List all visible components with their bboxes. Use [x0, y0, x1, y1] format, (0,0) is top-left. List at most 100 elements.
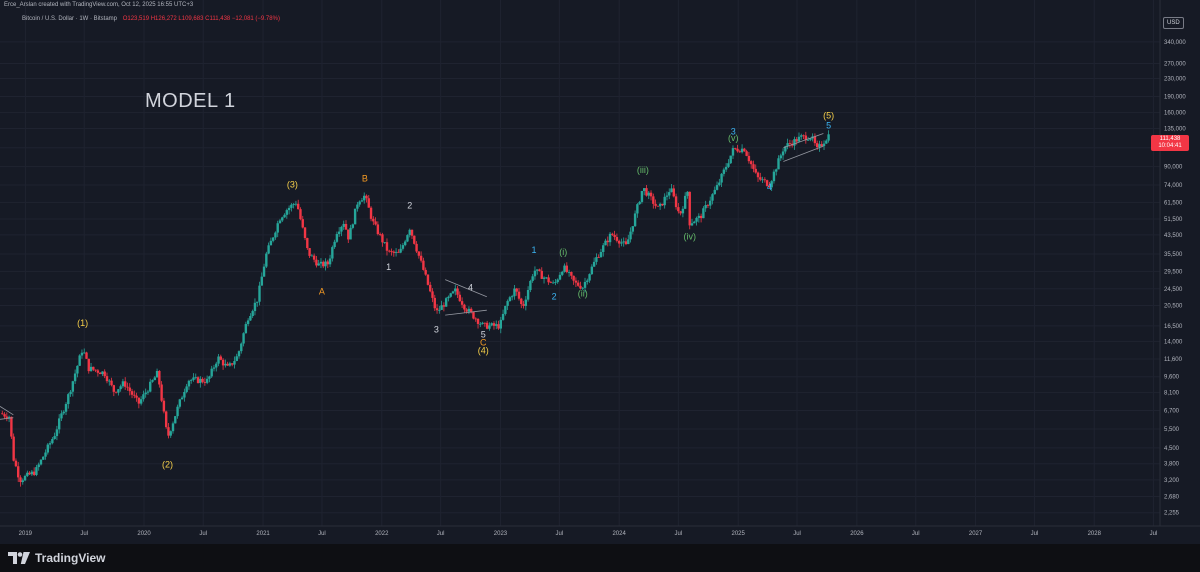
candle-body	[775, 169, 778, 172]
candle-body	[14, 460, 18, 467]
candle-body	[706, 204, 710, 206]
candle-body	[164, 411, 168, 428]
price-chart[interactable]: 340,000270,000230,000190,000160,000135,0…	[0, 0, 1200, 544]
wave-label: (3)	[287, 180, 298, 190]
candle-body	[12, 436, 15, 461]
candle-body	[256, 301, 259, 303]
candle-body	[187, 380, 191, 387]
candle-body	[315, 259, 318, 266]
price-tick-label: 9,600	[1164, 375, 1180, 381]
candle-body	[643, 188, 646, 191]
candle-body	[756, 172, 760, 178]
candle-body	[278, 220, 282, 224]
time-tick-label: Jul	[555, 531, 563, 537]
wave-label: (i)	[559, 247, 567, 257]
candle-body	[670, 188, 673, 193]
candle-body	[556, 279, 559, 283]
tradingview-logo-icon	[8, 552, 30, 564]
price-tick-label: 35,500	[1164, 252, 1183, 258]
price-tick-label: 230,000	[1164, 77, 1186, 83]
candle-body	[301, 219, 304, 228]
price-tick-label: 8,100	[1164, 391, 1180, 397]
candle-body	[563, 265, 566, 272]
candle-body	[588, 274, 591, 281]
candle-body	[649, 192, 653, 197]
candle-body	[401, 245, 405, 249]
candle-body	[174, 416, 177, 424]
candle-body	[101, 371, 104, 375]
candle-body	[590, 266, 594, 275]
candle-body	[497, 324, 500, 329]
candle-body	[759, 177, 762, 180]
candle-body	[599, 252, 603, 258]
candle-body	[638, 201, 641, 205]
candle-body	[683, 195, 687, 209]
candle-body	[23, 475, 27, 481]
candle-body	[645, 188, 648, 196]
candle-body	[752, 164, 755, 169]
wave-label: 2	[552, 291, 557, 301]
candle-body	[517, 291, 521, 299]
candle-body	[85, 352, 88, 359]
candle-body	[374, 221, 377, 225]
candle-body	[435, 308, 439, 311]
candle-body	[271, 237, 275, 241]
candle-body	[62, 411, 65, 414]
candle-body	[779, 155, 782, 159]
candle-body	[702, 208, 705, 219]
candle-body	[538, 269, 541, 271]
price-tick-label: 29,500	[1164, 269, 1183, 275]
time-tick-label: Jul	[793, 531, 801, 537]
symbol-legend[interactable]: Bitcoin / U.S. Dollar · 1W · Bitstamp O1…	[22, 16, 280, 22]
candle-body	[296, 203, 300, 210]
candle-body	[524, 299, 528, 306]
price-tick-label: 2,680	[1164, 495, 1180, 501]
candle-body	[558, 274, 562, 280]
candle-body	[822, 143, 826, 147]
price-tick-label: 43,500	[1164, 233, 1183, 239]
candle-body	[160, 384, 163, 401]
candle-body	[349, 227, 352, 240]
candle-body	[567, 272, 571, 273]
candle-body	[749, 161, 753, 165]
candle-body	[249, 316, 252, 321]
candle-body	[738, 151, 742, 153]
candle-body	[55, 429, 59, 437]
candle-body	[326, 261, 329, 265]
candle-body	[144, 392, 147, 395]
candle-body	[688, 191, 691, 226]
candle-body	[574, 280, 578, 283]
candle-body	[413, 235, 416, 244]
candle-body	[322, 261, 325, 267]
candle-body	[117, 389, 120, 393]
price-tick-label: 4,500	[1164, 446, 1180, 452]
candle-body	[230, 363, 234, 365]
candle-body	[356, 204, 359, 209]
currency-button[interactable]: USD	[1163, 17, 1184, 29]
candle-body	[533, 270, 537, 277]
candle-body	[777, 158, 780, 170]
candle-body	[123, 381, 127, 387]
candle-body	[490, 323, 493, 326]
wedge-line	[783, 145, 824, 162]
candle-body	[53, 436, 56, 440]
candle-body	[754, 168, 757, 173]
candle-body	[438, 309, 441, 311]
candle-body	[94, 369, 97, 371]
candle-body	[424, 269, 427, 275]
candle-body	[467, 308, 471, 312]
candle-body	[169, 431, 172, 436]
candle-body	[658, 203, 662, 207]
candle-body	[128, 387, 131, 392]
candle-body	[178, 399, 182, 407]
candle-body	[522, 304, 525, 306]
candle-body	[761, 179, 764, 181]
candle-body	[656, 205, 660, 207]
candle-body	[695, 217, 698, 222]
candle-body	[228, 363, 232, 366]
candle-body	[48, 443, 52, 445]
candle-body	[149, 381, 152, 392]
candle-body	[513, 288, 516, 297]
candle-body	[290, 204, 293, 208]
tradingview-logo[interactable]: TradingView	[8, 551, 105, 565]
